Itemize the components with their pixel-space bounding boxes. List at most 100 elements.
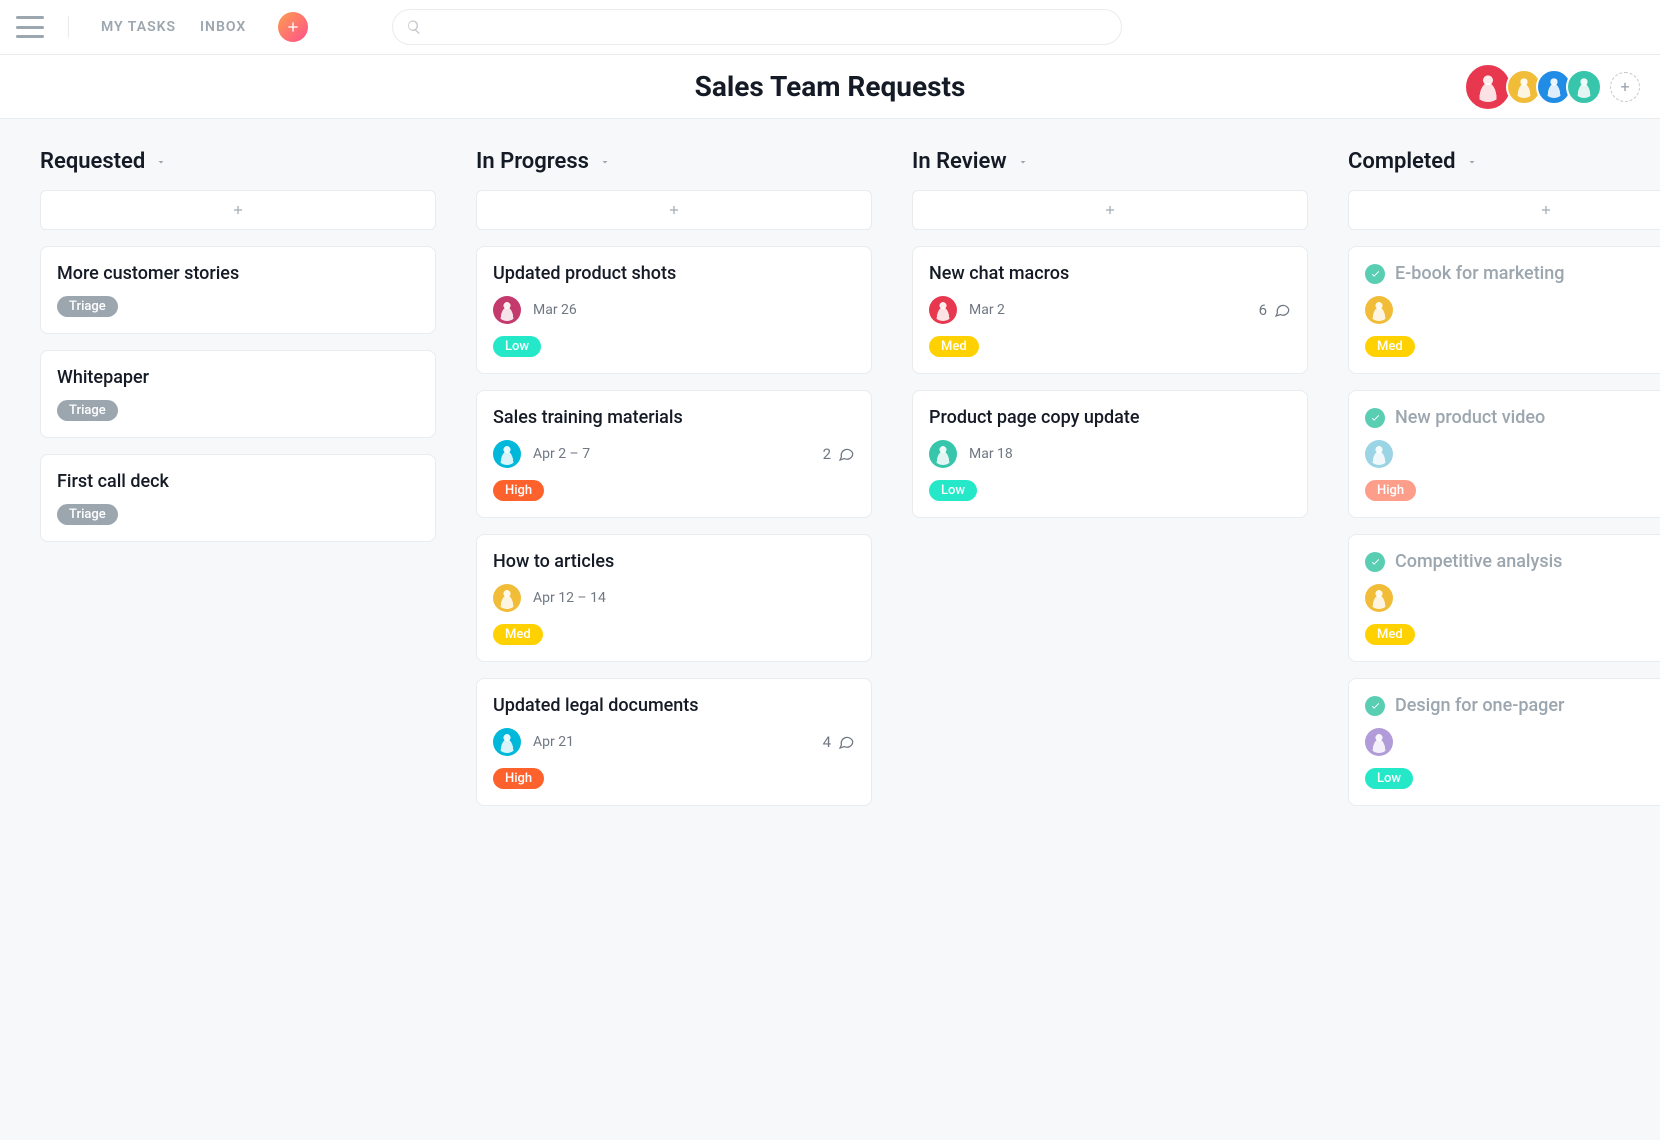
card-meta: Apr 21 4	[493, 728, 855, 756]
assignee-avatar[interactable]	[493, 728, 521, 756]
add-member-button[interactable]: +	[1610, 72, 1640, 102]
task-card[interactable]: How to articles Apr 12 – 14 Med	[476, 534, 872, 662]
assignee-avatar[interactable]	[929, 440, 957, 468]
check-complete-icon	[1365, 264, 1385, 284]
column-header[interactable]: In Progress	[476, 149, 872, 174]
add-card-button[interactable]	[1348, 190, 1660, 230]
card-date: Apr 21	[533, 734, 574, 750]
column-header[interactable]: In Review	[912, 149, 1308, 174]
priority-tag[interactable]: Med	[493, 624, 543, 645]
check-complete-icon	[1365, 408, 1385, 428]
column-header[interactable]: Requested	[40, 149, 436, 174]
card-date: Mar 2	[969, 302, 1005, 318]
task-card[interactable]: Whitepaper Triage	[40, 350, 436, 438]
card-title: More customer stories	[57, 263, 239, 284]
menu-icon[interactable]	[16, 16, 69, 38]
member-avatar[interactable]	[1566, 69, 1602, 105]
card-tags: Med	[1365, 624, 1660, 645]
card-meta: Apr 12 – 14	[493, 584, 855, 612]
card-title: Updated legal documents	[493, 695, 699, 716]
column-header[interactable]: Completed	[1348, 149, 1660, 174]
assignee-avatar[interactable]	[493, 440, 521, 468]
task-card[interactable]: Design for one-pager Low	[1348, 678, 1660, 806]
card-tags: Triage	[57, 296, 419, 317]
add-card-button[interactable]	[40, 190, 436, 230]
card-meta: Mar 2 6	[929, 296, 1291, 324]
plus-icon	[285, 19, 301, 35]
card-date: Apr 2 – 7	[533, 446, 590, 462]
task-card[interactable]: Sales training materials Apr 2 – 7 2 High	[476, 390, 872, 518]
card-date: Mar 26	[533, 302, 577, 318]
card-title: How to articles	[493, 551, 614, 572]
task-card[interactable]: More customer stories Triage	[40, 246, 436, 334]
add-card-button[interactable]	[476, 190, 872, 230]
assignee-avatar[interactable]	[929, 296, 957, 324]
chevron-down-icon	[155, 156, 167, 168]
add-card-button[interactable]	[912, 190, 1308, 230]
check-complete-icon	[1365, 552, 1385, 572]
card-comments[interactable]: 6	[1259, 301, 1291, 319]
chevron-down-icon	[1466, 156, 1478, 168]
card-meta	[1365, 584, 1660, 612]
assignee-avatar[interactable]	[1365, 728, 1393, 756]
card-tags: Triage	[57, 400, 419, 421]
task-card[interactable]: Updated legal documents Apr 21 4 High	[476, 678, 872, 806]
card-title: Sales training materials	[493, 407, 683, 428]
search-icon	[406, 19, 422, 35]
task-card[interactable]: Product page copy updateMar 18Low	[912, 390, 1308, 518]
priority-tag[interactable]: Low	[493, 336, 541, 357]
assignee-avatar[interactable]	[1365, 296, 1393, 324]
task-card[interactable]: Updated product shotsMar 26Low	[476, 246, 872, 374]
priority-tag[interactable]: Med	[929, 336, 979, 357]
card-meta	[1365, 440, 1660, 468]
column-title: Completed	[1348, 149, 1456, 174]
column-title: In Review	[912, 149, 1007, 174]
card-comments[interactable]: 4	[823, 733, 855, 751]
quick-add-button[interactable]	[278, 12, 308, 42]
search	[392, 9, 1122, 45]
task-card[interactable]: E-book for marketing Med	[1348, 246, 1660, 374]
nav-inbox[interactable]: INBOX	[200, 19, 246, 35]
comment-count: 4	[823, 733, 831, 751]
priority-tag[interactable]: Triage	[57, 400, 118, 421]
assignee-avatar[interactable]	[1365, 584, 1393, 612]
plus-icon	[1103, 203, 1117, 217]
search-input[interactable]	[392, 9, 1122, 45]
card-tags: High	[493, 768, 855, 789]
member-avatar[interactable]	[1464, 63, 1512, 111]
card-title: Design for one-pager	[1395, 695, 1564, 716]
priority-tag[interactable]: High	[493, 768, 544, 789]
priority-tag[interactable]: Low	[1365, 768, 1413, 789]
card-date: Apr 12 – 14	[533, 590, 606, 606]
comment-icon	[837, 445, 855, 463]
card-title: New product video	[1395, 407, 1545, 428]
task-card[interactable]: First call deckTriage	[40, 454, 436, 542]
card-title: E-book for marketing	[1395, 263, 1565, 284]
assignee-avatar[interactable]	[493, 296, 521, 324]
top-bar: MY TASKS INBOX	[0, 0, 1660, 55]
card-comments[interactable]: 2	[823, 445, 855, 463]
board: RequestedMore customer storiesTriageWhit…	[0, 119, 1660, 1140]
chevron-down-icon	[599, 156, 611, 168]
priority-tag[interactable]: Med	[1365, 336, 1415, 357]
comment-count: 2	[823, 445, 831, 463]
assignee-avatar[interactable]	[1365, 440, 1393, 468]
priority-tag[interactable]: Low	[929, 480, 977, 501]
task-card[interactable]: New chat macrosMar 26Med	[912, 246, 1308, 374]
board-column: Completed E-book for marketing Med New prod…	[1348, 149, 1660, 1110]
priority-tag[interactable]: High	[1365, 480, 1416, 501]
card-title: Product page copy update	[929, 407, 1140, 428]
priority-tag[interactable]: Triage	[57, 296, 118, 317]
task-card[interactable]: Competitive analysis Med	[1348, 534, 1660, 662]
card-title: Whitepaper	[57, 367, 149, 388]
task-card[interactable]: New product video High	[1348, 390, 1660, 518]
priority-tag[interactable]: Triage	[57, 504, 118, 525]
nav-my-tasks[interactable]: MY TASKS	[101, 19, 176, 35]
card-meta	[1365, 728, 1660, 756]
priority-tag[interactable]: High	[493, 480, 544, 501]
priority-tag[interactable]: Med	[1365, 624, 1415, 645]
card-title: Competitive analysis	[1395, 551, 1562, 572]
card-tags: Med	[493, 624, 855, 645]
assignee-avatar[interactable]	[493, 584, 521, 612]
chevron-down-icon	[1017, 156, 1029, 168]
